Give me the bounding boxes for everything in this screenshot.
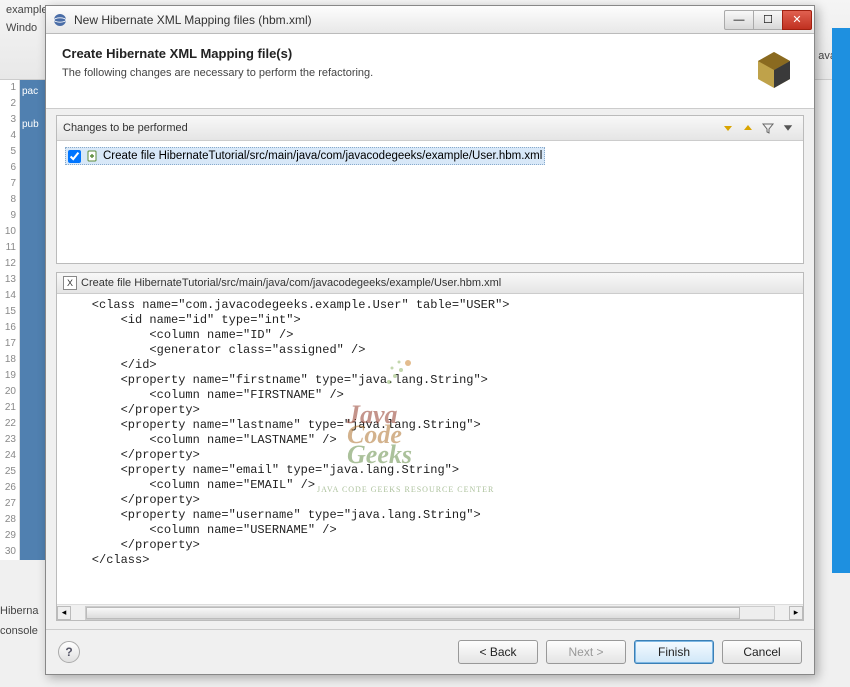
eclipse-icon bbox=[52, 12, 68, 28]
hibernate-logo-icon bbox=[750, 46, 798, 94]
wizard-dialog: New Hibernate XML Mapping files (hbm.xml… bbox=[45, 5, 815, 675]
dropdown-arrow-icon[interactable] bbox=[779, 119, 797, 137]
preview-panel: X Create file HibernateTutorial/src/main… bbox=[56, 272, 804, 621]
collapse-up-icon[interactable] bbox=[739, 119, 757, 137]
maximize-button[interactable]: ☐ bbox=[753, 10, 783, 30]
change-item[interactable]: Create file HibernateTutorial/src/main/j… bbox=[65, 147, 545, 165]
change-item-label: Create file HibernateTutorial/src/main/j… bbox=[103, 150, 542, 162]
watermark-sub: JAVA CODE GEEKS RESOURCE CENTER bbox=[317, 482, 494, 497]
changes-header-label: Changes to be performed bbox=[63, 122, 188, 134]
expand-down-icon[interactable] bbox=[719, 119, 737, 137]
cancel-button[interactable]: Cancel bbox=[722, 640, 802, 664]
code-text: <class name="com.javacodegeeks.example.U… bbox=[63, 298, 509, 567]
menu-example[interactable]: example bbox=[6, 4, 48, 16]
change-checkbox[interactable] bbox=[68, 150, 81, 163]
code-preview[interactable]: <class name="com.javacodegeeks.example.U… bbox=[57, 294, 803, 604]
file-create-icon bbox=[85, 149, 99, 163]
changes-panel: Changes to be performed bbox=[56, 115, 804, 264]
wizard-banner: Create Hibernate XML Mapping file(s) The… bbox=[46, 34, 814, 109]
changes-header: Changes to be performed bbox=[57, 116, 803, 141]
titlebar: New Hibernate XML Mapping files (hbm.xml… bbox=[46, 6, 814, 34]
horizontal-scrollbar[interactable]: ◂ ▸ bbox=[57, 604, 803, 620]
right-strip bbox=[832, 28, 850, 573]
finish-button[interactable]: Finish bbox=[634, 640, 714, 664]
scroll-left-icon[interactable]: ◂ bbox=[57, 606, 71, 620]
console-label: console bbox=[0, 625, 38, 637]
preview-header: X Create file HibernateTutorial/src/main… bbox=[57, 273, 803, 294]
preview-header-label: Create file HibernateTutorial/src/main/j… bbox=[81, 277, 501, 289]
line-gutter: 1234567891011121314151617181920212223242… bbox=[0, 80, 20, 560]
button-bar: ? < Back Next > Finish Cancel bbox=[46, 629, 814, 674]
banner-subtext: The following changes are necessary to p… bbox=[62, 67, 750, 79]
minimize-button[interactable]: — bbox=[724, 10, 754, 30]
window-title: New Hibernate XML Mapping files (hbm.xml… bbox=[74, 13, 725, 27]
help-button[interactable]: ? bbox=[58, 641, 80, 663]
close-button[interactable]: ✕ bbox=[782, 10, 812, 30]
hibernate-label: Hiberna bbox=[0, 605, 39, 617]
preview-badge-icon: X bbox=[63, 276, 77, 290]
line-pub: pub bbox=[20, 103, 45, 130]
code-strip: pac pub bbox=[20, 80, 45, 560]
next-button[interactable]: Next > bbox=[546, 640, 626, 664]
banner-heading: Create Hibernate XML Mapping file(s) bbox=[62, 46, 750, 61]
line-pac: pac bbox=[20, 80, 45, 103]
changes-tree[interactable]: Create file HibernateTutorial/src/main/j… bbox=[57, 141, 803, 263]
back-button[interactable]: < Back bbox=[458, 640, 538, 664]
menu-window[interactable]: Windo bbox=[6, 22, 37, 34]
help-icon: ? bbox=[65, 645, 72, 659]
filter-icon[interactable] bbox=[759, 119, 777, 137]
scroll-right-icon[interactable]: ▸ bbox=[789, 606, 803, 620]
